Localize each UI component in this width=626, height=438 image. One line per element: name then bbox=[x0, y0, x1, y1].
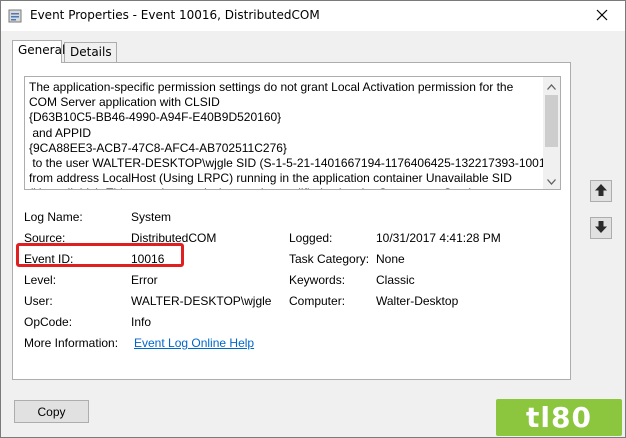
level-label: Level: bbox=[24, 273, 57, 287]
keywords-label: Keywords: bbox=[289, 273, 346, 287]
scroll-thumb[interactable] bbox=[545, 95, 558, 147]
logged-label: Logged: bbox=[289, 231, 333, 245]
scroll-up-button[interactable] bbox=[543, 77, 560, 94]
watermark-text: tl80 bbox=[526, 400, 592, 434]
window-title: Event Properties - Event 10016, Distribu… bbox=[30, 8, 320, 22]
general-panel: The application-specific permission sett… bbox=[12, 62, 571, 380]
tab-general-label: General bbox=[18, 43, 66, 57]
description-box[interactable]: The application-specific permission sett… bbox=[24, 76, 561, 190]
event-properties-window: Event Properties - Event 10016, Distribu… bbox=[0, 0, 626, 438]
tab-details[interactable]: Details bbox=[64, 42, 117, 62]
task-category-value: None bbox=[376, 252, 405, 266]
more-information-label: More Information: bbox=[24, 336, 119, 350]
scroll-down-button[interactable] bbox=[543, 172, 560, 189]
computer-label: Computer: bbox=[289, 294, 346, 308]
opcode-label: OpCode: bbox=[24, 315, 73, 329]
chevron-up-icon bbox=[547, 79, 556, 93]
copy-button[interactable]: Copy bbox=[14, 400, 89, 423]
log-name-value: System bbox=[131, 210, 172, 224]
logged-value: 10/31/2017 4:41:28 PM bbox=[376, 231, 501, 245]
close-icon bbox=[596, 9, 608, 24]
task-category-label: Task Category: bbox=[289, 252, 370, 266]
chevron-down-icon bbox=[547, 174, 556, 188]
opcode-value: Info bbox=[131, 315, 152, 329]
description-scrollbar[interactable] bbox=[543, 77, 560, 189]
keywords-value: Classic bbox=[376, 273, 415, 287]
event-id-label: Event ID: bbox=[24, 252, 74, 266]
watermark-logo: tl80 bbox=[496, 399, 622, 436]
description-text: The application-specific permission sett… bbox=[29, 80, 550, 189]
user-value: WALTER-DESKTOP\wjgle bbox=[131, 294, 272, 308]
copy-button-label: Copy bbox=[37, 404, 66, 419]
event-viewer-icon bbox=[8, 9, 22, 23]
computer-value: Walter-Desktop bbox=[376, 294, 459, 308]
tab-details-label: Details bbox=[70, 45, 112, 59]
arrow-up-icon bbox=[594, 183, 608, 200]
tab-general[interactable]: General bbox=[12, 40, 66, 63]
title-bar[interactable]: Event Properties - Event 10016, Distribu… bbox=[1, 1, 625, 31]
next-event-button[interactable] bbox=[590, 217, 612, 239]
event-id-value: 10016 bbox=[131, 252, 165, 266]
event-log-online-help-link[interactable]: Event Log Online Help bbox=[134, 336, 254, 350]
log-name-label: Log Name: bbox=[24, 210, 83, 224]
previous-event-button[interactable] bbox=[590, 180, 612, 202]
user-label: User: bbox=[24, 294, 53, 308]
close-button[interactable] bbox=[579, 1, 625, 31]
level-value: Error bbox=[131, 273, 158, 287]
arrow-down-icon bbox=[594, 220, 608, 237]
